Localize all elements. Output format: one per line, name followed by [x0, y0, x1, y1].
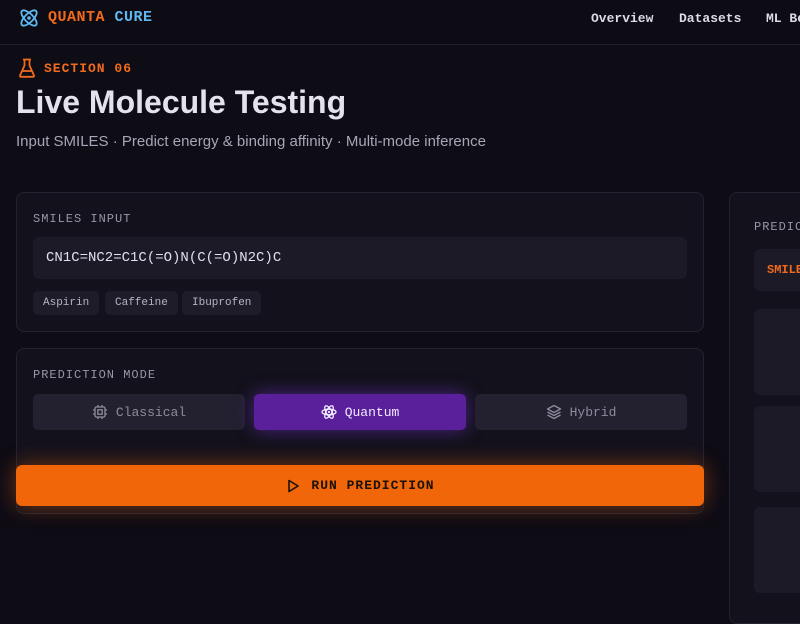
results-label: PREDIC	[754, 220, 800, 234]
nav-link-overview[interactable]: Overview	[591, 11, 653, 26]
preset-chip-aspirin[interactable]: Aspirin	[33, 291, 100, 315]
brand-name-part2: CURE	[114, 9, 153, 26]
results-tab-smiles[interactable]: SMILE	[754, 249, 800, 291]
play-icon	[288, 479, 300, 492]
top-navigation-bar: QUANTA CURE Overview Datasets ML Be	[0, 0, 800, 45]
result-metric-card	[754, 406, 800, 492]
smiles-input-card: SMILES INPUT CN1C=NC2=C1C(=O)N(C(=O)N2C)…	[16, 192, 704, 332]
atom-icon	[321, 405, 337, 419]
section-label: SECTION 06	[44, 61, 133, 76]
atom-logo-icon[interactable]	[17, 6, 41, 30]
result-metric-card	[754, 507, 800, 593]
mode-option-classical[interactable]: Classical	[33, 394, 245, 430]
run-prediction-label: RUN PREDICTION	[311, 478, 435, 493]
run-prediction-button[interactable]: RUN PREDICTION	[16, 465, 704, 506]
page-subtitle: Input SMILES · Predict energy & binding …	[16, 133, 486, 150]
preset-chip-caffeine[interactable]: Caffeine	[105, 291, 178, 315]
flask-icon	[19, 58, 35, 78]
mode-option-label: Quantum	[344, 404, 400, 420]
mode-option-label: Classical	[115, 404, 187, 420]
smiles-input[interactable]: CN1C=NC2=C1C(=O)N(C(=O)N2C)C	[33, 237, 687, 279]
prediction-results-panel: PREDIC SMILE	[729, 192, 800, 624]
prediction-mode-label: PREDICTION MODE	[33, 368, 157, 382]
mode-option-quantum[interactable]: Quantum	[254, 394, 466, 430]
mode-option-label: Hybrid	[569, 404, 617, 420]
layers-icon	[546, 404, 561, 420]
cpu-icon	[92, 405, 107, 419]
result-metric-card	[754, 309, 800, 395]
page-title: Live Molecule Testing	[16, 84, 347, 120]
mode-option-hybrid[interactable]: Hybrid	[475, 394, 687, 430]
brand-name[interactable]: QUANTA CURE	[48, 9, 153, 26]
brand-name-part1: QUANTA	[48, 9, 106, 26]
nav-link-ml-benchmarks[interactable]: ML Be	[766, 11, 800, 26]
smiles-input-label: SMILES INPUT	[33, 212, 132, 226]
nav-link-datasets[interactable]: Datasets	[679, 11, 741, 26]
preset-chip-ibuprofen[interactable]: Ibuprofen	[182, 291, 262, 315]
